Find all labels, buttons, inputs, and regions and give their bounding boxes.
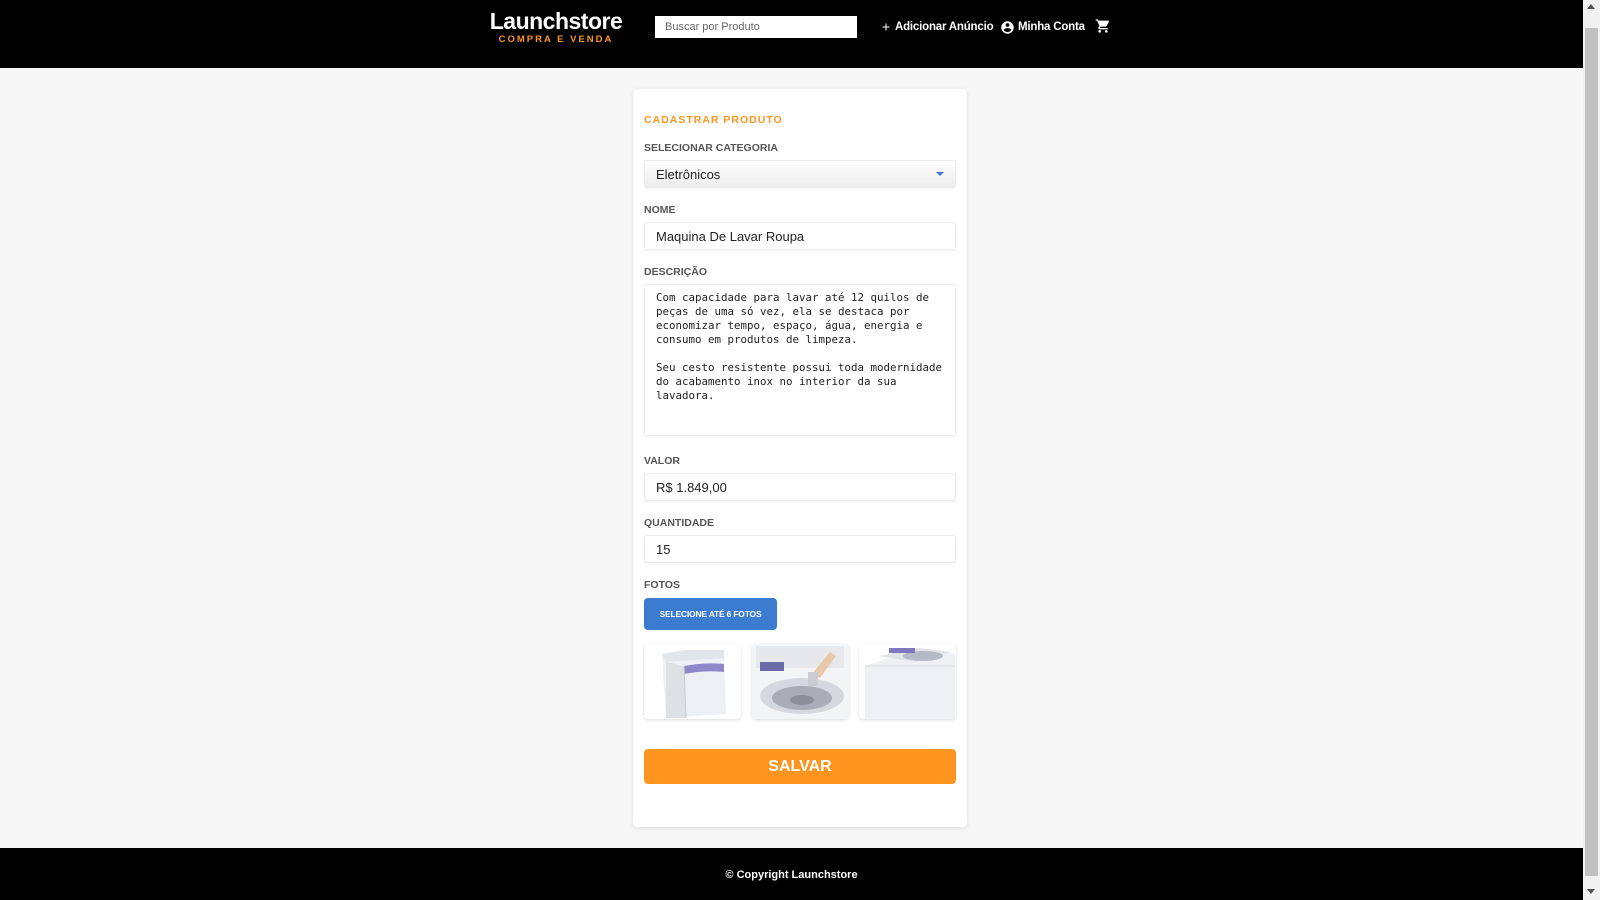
logo-title: Launchstore xyxy=(489,8,623,34)
page-scrollbar[interactable] xyxy=(1583,0,1600,900)
site-footer: © Copyright Launchstore xyxy=(0,848,1583,900)
description-textarea[interactable]: Com capacidade para lavar até 12 quilos … xyxy=(644,284,956,436)
select-photos-button[interactable]: SELECIONE ATÉ 6 FOTOS xyxy=(644,598,777,630)
scroll-thumb[interactable] xyxy=(1585,28,1598,876)
product-form-card: CADASTRAR PRODUTO SELECIONAR CATEGORIA E… xyxy=(633,89,967,827)
save-button[interactable]: SALVAR xyxy=(644,749,956,784)
washing-machine-image xyxy=(644,644,741,719)
account-label: Minha Conta xyxy=(1018,21,1085,33)
shopping-cart-icon xyxy=(1095,19,1110,33)
site-header: Launchstore COMPRA E VENDA Adicionar Anú… xyxy=(0,0,1583,68)
washing-machine-image xyxy=(859,644,956,719)
scroll-down-icon[interactable] xyxy=(1587,889,1595,894)
category-select[interactable]: Eletrônicos xyxy=(644,160,956,188)
quantity-value: 15 xyxy=(656,541,671,557)
name-input[interactable]: Maquina De Lavar Roupa xyxy=(644,222,956,250)
quantity-input[interactable]: 15 xyxy=(644,535,956,563)
caret-down-icon xyxy=(936,172,944,176)
category-value: Eletrônicos xyxy=(656,166,721,182)
scroll-up-icon[interactable] xyxy=(1587,4,1595,9)
account-link[interactable]: Minha Conta xyxy=(1000,19,1085,35)
logo[interactable]: Launchstore COMPRA E VENDA xyxy=(486,8,626,46)
price-value: R$ 1.849,00 xyxy=(656,479,727,495)
name-label: NOME xyxy=(644,204,676,216)
plus-icon xyxy=(882,23,890,31)
photo-preview-2[interactable] xyxy=(751,644,849,719)
account-circle-icon xyxy=(1001,20,1014,34)
photo-preview-3[interactable] xyxy=(859,644,956,719)
photo-preview-1[interactable] xyxy=(644,644,741,719)
copyright-text: © Copyright Launchstore xyxy=(725,869,858,881)
search-input[interactable] xyxy=(655,16,857,38)
price-input[interactable]: R$ 1.849,00 xyxy=(644,473,956,501)
description-label: DESCRIÇÃO xyxy=(644,266,708,278)
logo-subtitle: COMPRA E VENDA xyxy=(498,34,614,45)
quantity-label: QUANTIDADE xyxy=(644,517,714,529)
name-value: Maquina De Lavar Roupa xyxy=(656,228,805,244)
category-label: SELECIONAR CATEGORIA xyxy=(644,142,778,154)
photos-label: FOTOS xyxy=(644,579,680,591)
washing-machine-image xyxy=(751,644,849,719)
price-label: VALOR xyxy=(644,455,680,467)
add-ad-link[interactable]: Adicionar Anúncio xyxy=(880,19,994,35)
form-title: CADASTRAR PRODUTO xyxy=(644,114,783,126)
photo-previews xyxy=(644,644,956,719)
add-ad-label: Adicionar Anúncio xyxy=(895,21,994,33)
cart-link[interactable] xyxy=(1095,18,1114,34)
